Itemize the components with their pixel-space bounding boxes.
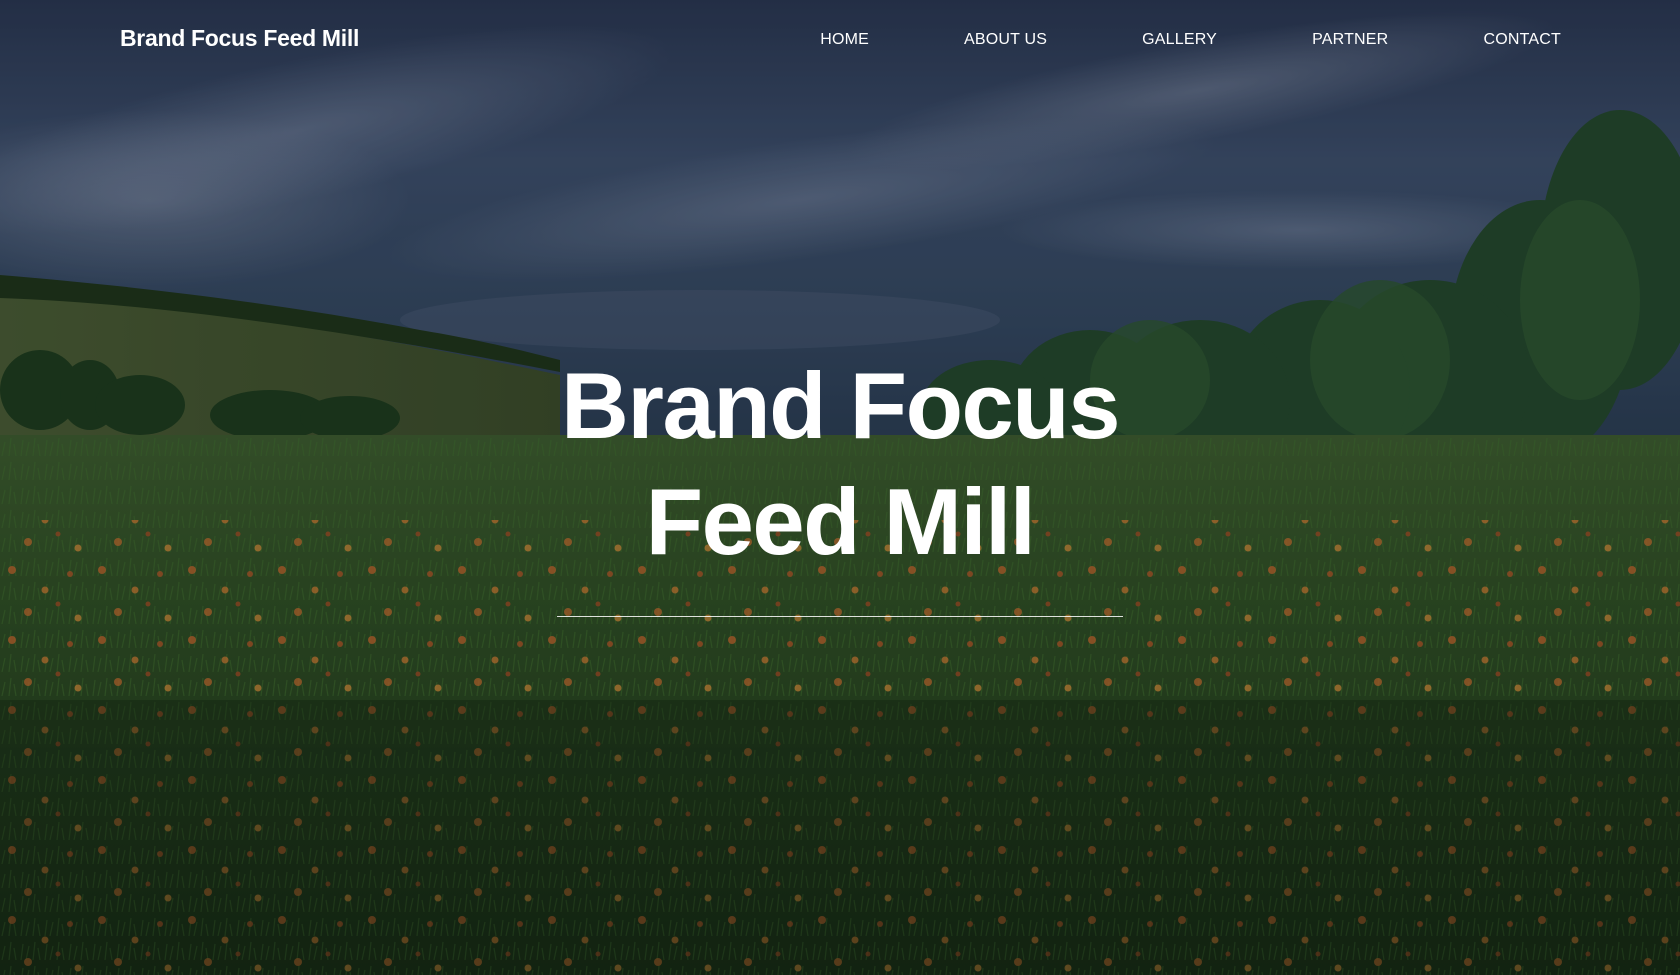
nav-link-gallery[interactable]: GALLERY xyxy=(1142,31,1217,49)
hero-divider xyxy=(557,616,1123,617)
hero-title-line-1: Brand Focus xyxy=(560,353,1121,458)
hero-section: Brand Focus Feed Mill HOME ABOUT US GALL… xyxy=(0,0,1680,975)
nav-menu: HOME ABOUT US GALLERY PARTNER CONTACT xyxy=(820,31,1561,49)
top-navbar: Brand Focus Feed Mill HOME ABOUT US GALL… xyxy=(0,0,1680,82)
nav-link-home[interactable]: HOME xyxy=(820,31,869,49)
brand-logo-link[interactable]: Brand Focus Feed Mill xyxy=(120,25,359,52)
nav-link-contact[interactable]: CONTACT xyxy=(1483,31,1561,49)
nav-link-partner[interactable]: PARTNER xyxy=(1312,31,1388,49)
hero-content: Brand Focus Feed Mill xyxy=(0,348,1680,617)
hero-title: Brand Focus Feed Mill xyxy=(530,348,1150,580)
nav-link-about-us[interactable]: ABOUT US xyxy=(964,31,1047,49)
hero-title-line-2: Feed Mill xyxy=(645,469,1036,574)
